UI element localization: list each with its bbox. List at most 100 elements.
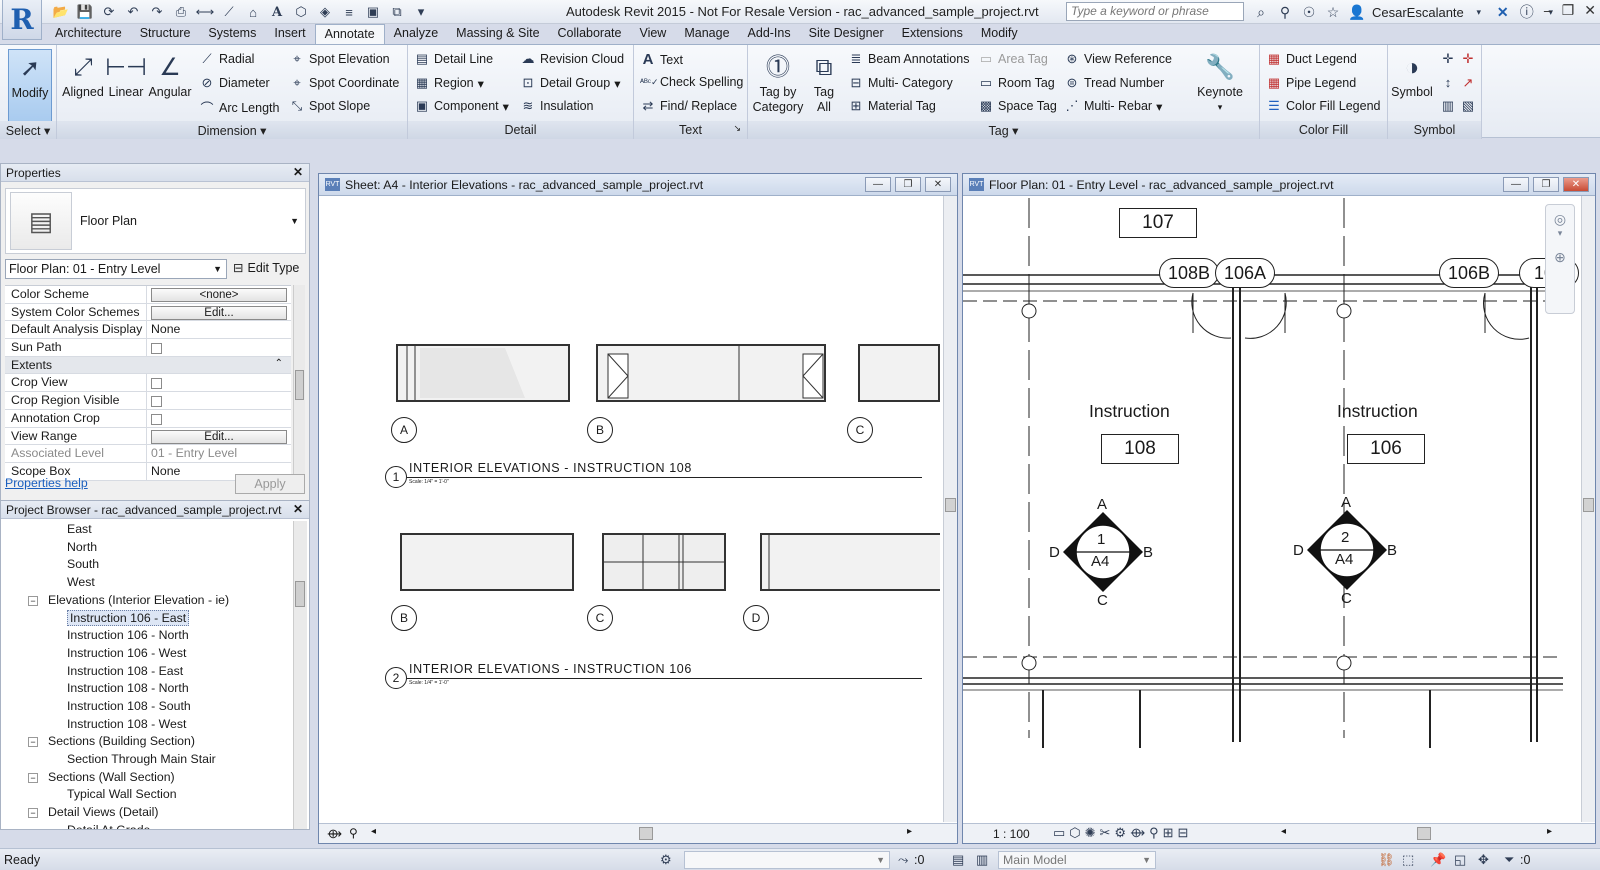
region-button[interactable]: ▦ Region ▾ (414, 75, 484, 91)
check-spelling-button[interactable]: ᴬᴮᶜ✓ Check Spelling (640, 75, 743, 89)
property-edit-button[interactable]: <none> (151, 288, 287, 302)
tread-number-button[interactable]: ⊜ Tread Number (1064, 75, 1165, 91)
property-row[interactable]: Default Analysis Display ... None (5, 321, 291, 340)
design-option-select[interactable]: Main Model ▼ (998, 851, 1156, 869)
select-pinned-icon[interactable]: 📌 (1430, 852, 1446, 868)
select-by-face-icon[interactable]: ◱ (1454, 852, 1466, 868)
property-row[interactable]: System Color Schemes Edit... (5, 303, 291, 322)
undo-icon[interactable]: ↶ (122, 3, 144, 21)
scroll-right-icon[interactable]: ▸ (1547, 826, 1552, 837)
user-icon[interactable]: 👤 (1348, 3, 1366, 21)
text-button[interactable]: A Text (640, 51, 683, 68)
multi-rebar-button[interactable]: ⋰ Multi- Rebar ▾ (1064, 98, 1163, 114)
binoculars-icon[interactable]: ⌕ (1252, 3, 1270, 21)
reveal-hidden-icon[interactable]: ⚲ (349, 826, 358, 840)
detail-line-button[interactable]: ▤ Detail Line (414, 51, 493, 67)
tree-item[interactable]: North (1, 539, 293, 557)
aligned-dimension-icon[interactable]: ⟋ (218, 3, 240, 21)
spot-elevation-button[interactable]: ⌖ Spot Elevation (289, 51, 389, 67)
sheet-canvas[interactable] (325, 198, 940, 804)
property-row[interactable]: Annotation Crop (5, 409, 291, 428)
browser-scrollbar[interactable] (293, 521, 307, 829)
tag-panel-title[interactable]: Tag ▾ (748, 121, 1259, 139)
property-row[interactable]: Crop Region Visible (5, 392, 291, 410)
view-scale[interactable]: 1 : 100 (993, 827, 1030, 841)
exchange-apps-icon[interactable]: ✕ (1494, 3, 1512, 21)
thin-lines-icon[interactable]: ≡ (338, 3, 360, 21)
tree-item[interactable]: East (1, 521, 293, 539)
tree-item[interactable]: Section Through Main Stair (1, 751, 293, 769)
favorites-star-icon[interactable]: ☆ (1324, 3, 1342, 21)
pipe-legend-button[interactable]: ▦ Pipe Legend (1266, 75, 1356, 91)
property-checkbox[interactable] (151, 413, 162, 425)
view-reference-button[interactable]: ⊛ View Reference (1064, 51, 1172, 67)
tab-annotate[interactable]: Annotate (314, 24, 385, 44)
property-checkbox[interactable] (151, 343, 162, 355)
fabric-reinforcement-button[interactable]: ▧ (1460, 98, 1476, 114)
minimize-icon[interactable]: — (865, 177, 891, 192)
select-underlay-icon[interactable]: ⬚ (1402, 852, 1414, 868)
beam-annotations-button[interactable]: ≣ Beam Annotations (848, 51, 970, 67)
close-icon[interactable]: ✕ (293, 502, 303, 516)
tab-analyze[interactable]: Analyze (385, 24, 447, 44)
spot-slope-button[interactable]: ⤡ Spot Slope (289, 98, 370, 114)
arc-length-button[interactable]: ⌒ Arc Length (199, 98, 279, 117)
tree-item[interactable]: Instruction 108 - East (1, 663, 293, 681)
editable-only-icon[interactable]: ⤳ (898, 852, 908, 868)
scroll-left-icon[interactable]: ◂ (1281, 826, 1286, 837)
tag-all-button[interactable]: ⧉ Tag All (806, 49, 842, 115)
modify-button[interactable]: ➚ Modify (8, 49, 52, 122)
apply-button[interactable]: Apply (235, 474, 305, 494)
property-row[interactable]: Sun Path (5, 339, 291, 357)
insulation-button[interactable]: ≋ Insulation (520, 98, 594, 114)
dimension-panel-title[interactable]: Dimension ▾ (57, 121, 407, 139)
tree-collapse-icon[interactable]: − (28, 595, 38, 606)
close-icon[interactable]: ✕ (1584, 2, 1596, 19)
communication-center-icon[interactable]: ☉ (1300, 3, 1318, 21)
tab-architecture[interactable]: Architecture (46, 24, 131, 44)
tree-item[interactable]: − Elevations (Interior Elevation - ie) (1, 592, 293, 610)
find-replace-button[interactable]: ⇄ Find/ Replace (640, 98, 738, 114)
spot-coordinate-button[interactable]: ⌖ Spot Coordinate (289, 75, 399, 91)
material-tag-button[interactable]: ⊞ Material Tag (848, 98, 936, 114)
application-menu-button[interactable]: R (2, 0, 42, 40)
close-icon[interactable]: ✕ (925, 177, 951, 192)
save-icon[interactable]: 💾 (74, 3, 96, 21)
tab-collaborate[interactable]: Collaborate (549, 24, 631, 44)
view-control-icons[interactable]: ▭⬡✺✂⚙⟴⚲⊞⊟ (1053, 825, 1192, 841)
tab-extensions[interactable]: Extensions (893, 24, 972, 44)
minimize-icon[interactable]: — (1503, 177, 1529, 192)
text-settings-icon[interactable]: ↘ (733, 123, 741, 134)
properties-help-link[interactable]: Properties help (5, 476, 88, 490)
minimize-icon[interactable]: – (1544, 2, 1552, 19)
print-icon[interactable]: ⎙ (170, 3, 192, 21)
design-options-icon[interactable]: ▤ (952, 852, 964, 868)
property-checkbox[interactable] (151, 378, 162, 390)
tree-item[interactable]: Instruction 106 - North (1, 627, 293, 645)
section-icon[interactable]: ◈ (314, 3, 336, 21)
tag-by-category-button[interactable]: ⓵ Tag by Category (752, 49, 804, 115)
property-checkbox[interactable] (151, 396, 162, 408)
tree-collapse-icon[interactable]: − (28, 737, 38, 748)
tab-structure[interactable]: Structure (131, 24, 200, 44)
measure-icon[interactable]: ⟷ (194, 3, 216, 21)
sun-path-icon[interactable]: ⟴ (327, 826, 342, 842)
type-selector[interactable]: ▤ Floor Plan ▼ (5, 188, 306, 254)
property-row[interactable]: Associated Level 01 - Entry Level (5, 445, 291, 463)
tab-view[interactable]: View (630, 24, 675, 44)
property-row[interactable]: Color Scheme <none> (5, 286, 291, 304)
tree-item[interactable]: Instruction 108 - South (1, 698, 293, 716)
scroll-right-icon[interactable]: ▸ (907, 826, 912, 837)
tree-item[interactable]: − Detail Views (Detail) (1, 804, 293, 822)
tree-item[interactable]: Detail At Grade (1, 822, 293, 829)
property-row[interactable]: Extents ⌃ (5, 356, 291, 375)
room-tag-button[interactable]: ▭ Room Tag (978, 75, 1055, 91)
property-row[interactable]: Crop View (5, 374, 291, 393)
subscription-icon[interactable]: ⚲ (1276, 3, 1294, 21)
tab-add-ins[interactable]: Add-Ins (739, 24, 800, 44)
span-direction-button[interactable]: ✛ (1440, 51, 1456, 67)
collapse-icon[interactable]: ⌃ (267, 357, 291, 374)
linear-button[interactable]: ⊢⊣ Linear (105, 49, 147, 100)
select-links-icon[interactable]: ⛓ (1378, 852, 1395, 868)
scroll-left-icon[interactable]: ◂ (371, 826, 376, 837)
